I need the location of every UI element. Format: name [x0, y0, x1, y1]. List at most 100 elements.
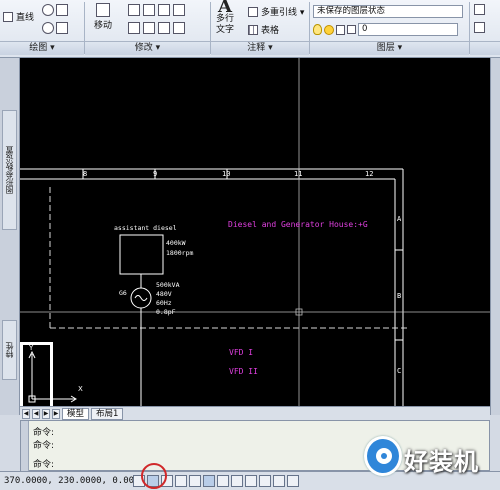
circle-icon[interactable] — [42, 4, 54, 16]
assistant-diesel-label: assistant diesel — [114, 224, 177, 232]
cursor-coordinates: 370.0000, 230.0000, 0.0000 — [4, 476, 145, 486]
ucs-x-label: X — [78, 385, 83, 393]
dynamic-ucs-button[interactable] — [231, 475, 243, 487]
layer-color-icon[interactable] — [347, 25, 356, 34]
layout-tab-bar: ◀ ◀ ▶ ▶ 模型 布局1 — [20, 406, 490, 420]
object-snap-button[interactable] — [189, 475, 201, 487]
stretch-icon[interactable] — [143, 22, 155, 34]
generator-spec: 480V — [156, 290, 172, 298]
watermark-text: 好装机 — [404, 448, 479, 476]
ellipse-icon[interactable] — [42, 22, 54, 34]
engine-rating-power: 400kW — [166, 239, 186, 247]
move-icon — [96, 3, 110, 17]
object-snap-tracking-button[interactable] — [217, 475, 229, 487]
quick-properties-button[interactable] — [287, 475, 299, 487]
rotate-icon[interactable] — [128, 4, 140, 16]
house-title: Diesel and Generator House:+G — [228, 220, 368, 229]
command-history-line: 命令: — [33, 428, 55, 438]
fillet-icon[interactable] — [128, 22, 140, 34]
mleader-tool[interactable]: 多重引线 ▾ — [248, 5, 304, 18]
first-tab-button[interactable]: ◀ — [22, 408, 30, 419]
frame-number: 9 — [153, 170, 157, 178]
highlight-circle — [141, 463, 167, 489]
layer-extra-tools-2 — [474, 22, 485, 33]
modify-tools-row2 — [128, 22, 185, 34]
dynamic-input-button[interactable] — [245, 475, 257, 487]
layer-match-icon[interactable] — [474, 22, 485, 33]
mtext-tool[interactable]: 多行 文字 — [216, 14, 234, 36]
frame-number: 8 — [83, 170, 87, 178]
frame-letter: C — [397, 367, 401, 375]
rectangle-icon[interactable] — [56, 4, 68, 16]
mirror-icon[interactable] — [158, 4, 170, 16]
frame-letter: A — [397, 215, 402, 223]
extra-panel-title — [470, 41, 500, 55]
frame-letter: B — [397, 292, 401, 300]
copy-icon[interactable] — [143, 4, 155, 16]
layer-freeze-icon[interactable] — [324, 24, 334, 35]
draw-panel-title[interactable]: 绘图 ▾ — [0, 41, 84, 55]
move-tool[interactable]: 移动 — [94, 3, 112, 31]
table-tool[interactable]: 表格 — [248, 23, 279, 36]
generator-spec: 60Hz — [156, 299, 172, 307]
frame-number: 11 — [294, 170, 302, 178]
watermark-logo: 好装机 — [360, 434, 495, 480]
layer-lock-icon[interactable] — [336, 24, 345, 35]
layer-state-value: 未保存的图层状态 — [313, 5, 463, 18]
modify-tools-row1 — [128, 4, 185, 16]
last-tab-button[interactable]: ▶ — [52, 408, 60, 419]
polar-tracking-button[interactable] — [175, 475, 187, 487]
layer-properties-icon[interactable] — [474, 4, 485, 15]
generator-spec: 500kVA — [156, 281, 180, 289]
right-scroll-strip[interactable] — [490, 58, 500, 415]
frame-number: 12 — [365, 170, 373, 178]
next-tab-button[interactable]: ▶ — [42, 408, 50, 419]
mleader-label: 多重引线 ▾ — [261, 8, 305, 18]
command-line-grip[interactable] — [21, 421, 29, 472]
trim-icon[interactable] — [173, 4, 185, 16]
vfd-1-label: VFD I — [229, 348, 253, 357]
draw-tools-row2 — [42, 22, 68, 34]
layer-state-dropdown[interactable]: 未保存的图层状态 — [313, 5, 463, 18]
mleader-icon — [248, 6, 258, 17]
ucs-y-label: Y — [28, 344, 34, 352]
line-tool[interactable]: 直线 — [3, 10, 34, 23]
lineweight-button[interactable] — [259, 475, 271, 487]
tab-model[interactable]: 模型 — [62, 407, 90, 420]
layer-on-icon[interactable] — [313, 24, 322, 35]
mtext-label-line2: 文字 — [216, 25, 235, 35]
hatch-icon[interactable] — [56, 22, 68, 34]
autocad-window: 直线 移动 A 多行 文字 多重引线 ▾ 表格 未保存的图层状态 0 绘图 ▾ … — [0, 0, 500, 490]
engine-rating-speed: 1800rpm — [166, 249, 193, 257]
annotation-panel-title[interactable]: 注释 ▾ — [211, 41, 309, 55]
generator-spec: 0.8pF — [156, 308, 176, 316]
command-prompt[interactable]: 命令: — [33, 457, 54, 470]
tab-layout1[interactable]: 布局1 — [91, 407, 124, 420]
engine-box — [119, 234, 164, 275]
line-label: 直线 — [16, 13, 35, 23]
line-icon — [3, 11, 13, 22]
properties-tab[interactable]: 特性 — [2, 320, 17, 380]
scale-icon[interactable] — [158, 22, 170, 34]
array-icon[interactable] — [173, 22, 185, 34]
table-label: 表格 — [261, 26, 280, 36]
layers-panel-title[interactable]: 图层 ▾ — [310, 41, 469, 55]
drawing-canvas[interactable]: 8 9 10 11 12 A B C Diesel and Generator … — [20, 58, 490, 406]
layer-row: 0 — [313, 23, 458, 36]
table-icon — [248, 24, 258, 35]
move-label: 移动 — [94, 21, 113, 31]
generator-label: G6 — [119, 289, 127, 297]
left-palette-strip: 图形参数设置 特性 — [0, 58, 20, 415]
modify-panel-title[interactable]: 修改 ▾ — [85, 41, 210, 55]
draw-tools-row1 — [42, 4, 68, 16]
transparency-button[interactable] — [273, 475, 285, 487]
tool-palette-tab[interactable]: 图形参数设置 — [2, 110, 17, 230]
frame-number: 10 — [222, 170, 230, 178]
prev-tab-button[interactable]: ◀ — [32, 408, 40, 419]
layer-extra-tools — [474, 4, 485, 15]
vfd-2-label: VFD II — [229, 367, 258, 376]
command-history-line: 命令: — [33, 441, 55, 451]
3d-object-snap-button[interactable] — [203, 475, 215, 487]
layer-dropdown[interactable]: 0 — [358, 23, 458, 36]
watermark-badge-icon — [364, 436, 402, 476]
